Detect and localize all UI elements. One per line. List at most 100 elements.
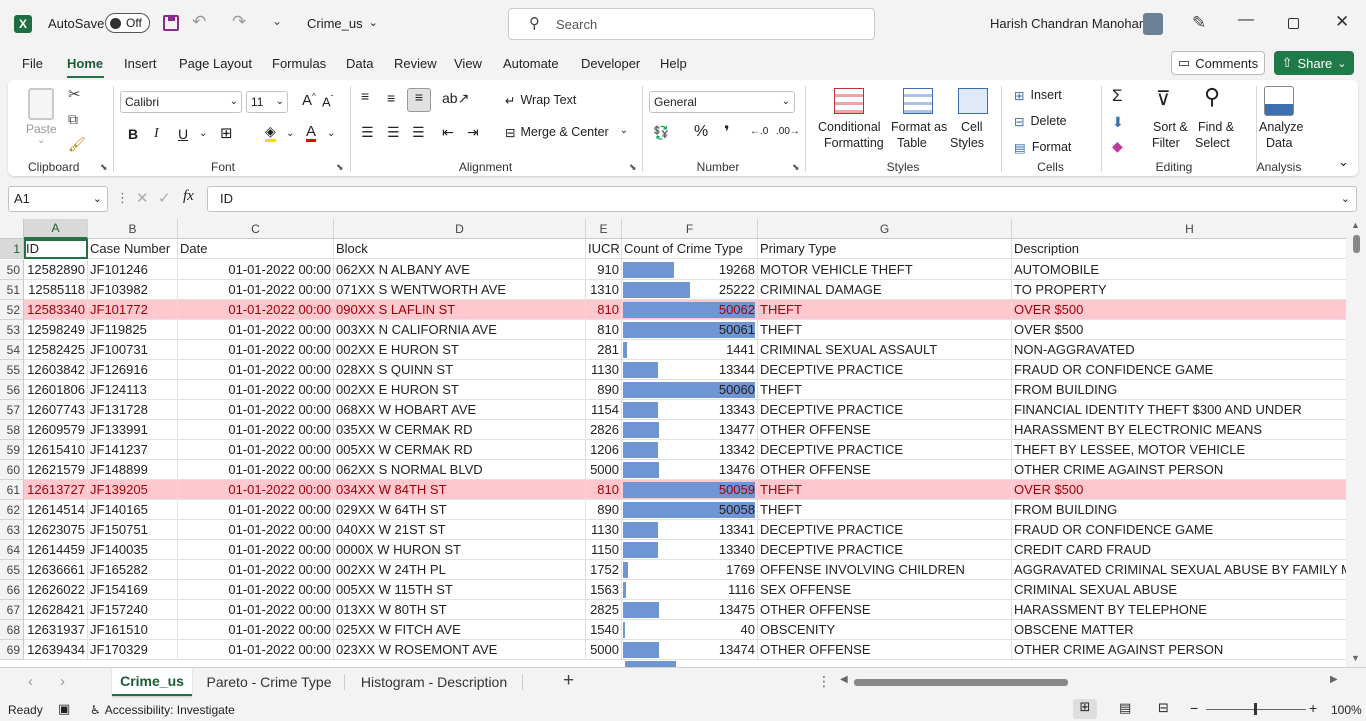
conditional-formatting-icon[interactable]: [834, 88, 864, 114]
table-cell[interactable]: 12585118: [24, 280, 88, 300]
table-cell[interactable]: JF101772: [88, 300, 178, 320]
table-cell[interactable]: 13343: [622, 400, 758, 420]
tab-insert[interactable]: Insert: [124, 56, 157, 71]
formula-input[interactable]: ID ⌄: [207, 186, 1357, 212]
table-cell[interactable]: 810: [586, 300, 622, 320]
tab-home[interactable]: Home: [67, 56, 103, 71]
chevron-down-icon[interactable]: ⌄: [199, 128, 207, 139]
font-size-select[interactable]: 11 ⌄: [246, 91, 288, 113]
table-cell[interactable]: 01-01-2022 00:00: [178, 580, 334, 600]
table-cell[interactable]: 062XX N ALBANY AVE: [334, 260, 586, 280]
table-cell[interactable]: 1130: [586, 360, 622, 380]
table-cell[interactable]: OBSCENITY: [758, 620, 1012, 640]
select-all-corner[interactable]: [0, 219, 24, 239]
table-cell[interactable]: 01-01-2022 00:00: [178, 620, 334, 640]
name-box[interactable]: A1 ⌄: [8, 186, 108, 212]
comma-style-icon[interactable]: ❜: [724, 122, 730, 142]
table-cell[interactable]: JF161510: [88, 620, 178, 640]
comments-button[interactable]: ▭ Comments: [1171, 51, 1265, 75]
table-cell[interactable]: 01-01-2022 00:00: [178, 320, 334, 340]
table-cell[interactable]: FRAUD OR CONFIDENCE GAME: [1012, 520, 1366, 540]
table-cell[interactable]: 12601806: [24, 380, 88, 400]
cut-icon[interactable]: ✂: [68, 85, 81, 103]
table-cell[interactable]: DECEPTIVE PRACTICE: [758, 360, 1012, 380]
table-cell[interactable]: OVER $500: [1012, 320, 1366, 340]
table-cell[interactable]: 023XX W ROSEMONT AVE: [334, 640, 586, 660]
table-cell[interactable]: OFFENSE INVOLVING CHILDREN: [758, 560, 1012, 580]
table-cell[interactable]: THEFT: [758, 300, 1012, 320]
scroll-thumb[interactable]: [1353, 235, 1360, 253]
table-cell[interactable]: DECEPTIVE PRACTICE: [758, 540, 1012, 560]
table-cell[interactable]: 029XX W 64TH ST: [334, 500, 586, 520]
column-header-d[interactable]: D: [334, 219, 586, 239]
table-cell[interactable]: 40: [622, 620, 758, 640]
table-cell[interactable]: JF133991: [88, 420, 178, 440]
conditional-label-1[interactable]: Conditional: [818, 120, 881, 134]
table-cell[interactable]: 1206: [586, 440, 622, 460]
table-cell[interactable]: 1116: [622, 580, 758, 600]
align-bottom-icon[interactable]: ≡: [407, 88, 431, 112]
table-cell[interactable]: JF154169: [88, 580, 178, 600]
table-cell[interactable]: THEFT: [758, 380, 1012, 400]
table-cell[interactable]: JF119825: [88, 320, 178, 340]
search-box[interactable]: ⚲ Search: [508, 8, 875, 40]
table-cell[interactable]: JF140035: [88, 540, 178, 560]
table-cell[interactable]: 01-01-2022 00:00: [178, 480, 334, 500]
row-header[interactable]: 68: [0, 620, 24, 640]
table-cell[interactable]: 1540: [586, 620, 622, 640]
scroll-left-icon[interactable]: ◀: [840, 674, 848, 685]
header-cell[interactable]: IUCR: [586, 239, 622, 259]
tab-formulas[interactable]: Formulas: [272, 56, 326, 71]
table-cell[interactable]: 002XX E HURON ST: [334, 340, 586, 360]
table-cell[interactable]: 12583340: [24, 300, 88, 320]
table-cell[interactable]: JF150751: [88, 520, 178, 540]
decrease-indent-icon[interactable]: ⇤: [442, 124, 454, 141]
table-cell[interactable]: OBSCENE MATTER: [1012, 620, 1366, 640]
row-header[interactable]: 54: [0, 340, 24, 360]
format-cells-button[interactable]: ▤ Format: [1014, 140, 1071, 155]
table-cell[interactable]: 1441: [622, 340, 758, 360]
tab-file[interactable]: File: [22, 56, 43, 71]
scroll-up-icon[interactable]: ▲: [1351, 220, 1360, 230]
table-cell[interactable]: 01-01-2022 00:00: [178, 260, 334, 280]
table-cell[interactable]: 810: [586, 480, 622, 500]
customize-toolbar-icon[interactable]: ⌄: [272, 14, 282, 28]
table-cell[interactable]: FINANCIAL IDENTITY THEFT $300 AND UNDER: [1012, 400, 1366, 420]
table-cell[interactable]: JF139205: [88, 480, 178, 500]
table-cell[interactable]: 13342: [622, 440, 758, 460]
column-header-b[interactable]: B: [88, 219, 178, 239]
insert-cells-button[interactable]: ⊞ Insert: [1014, 88, 1062, 103]
table-cell[interactable]: 12623075: [24, 520, 88, 540]
table-cell[interactable]: 13340: [622, 540, 758, 560]
table-cell[interactable]: 12614514: [24, 500, 88, 520]
row-header[interactable]: 57: [0, 400, 24, 420]
table-cell[interactable]: 01-01-2022 00:00: [178, 460, 334, 480]
next-sheet-icon[interactable]: ›: [60, 673, 65, 690]
table-cell[interactable]: JF100731: [88, 340, 178, 360]
orientation-icon[interactable]: ab↗: [442, 90, 469, 107]
zoom-level[interactable]: 100%: [1331, 703, 1362, 717]
expand-formula-icon[interactable]: ⌄: [1341, 187, 1350, 211]
table-cell[interactable]: 1310: [586, 280, 622, 300]
table-cell[interactable]: DECEPTIVE PRACTICE: [758, 400, 1012, 420]
zoom-slider[interactable]: [1206, 703, 1306, 715]
pen-icon[interactable]: ✎: [1192, 13, 1206, 33]
prev-sheet-icon[interactable]: ‹: [28, 673, 33, 690]
row-header[interactable]: 67: [0, 600, 24, 620]
column-header-e[interactable]: E: [586, 219, 622, 239]
table-cell[interactable]: CRIMINAL DAMAGE: [758, 280, 1012, 300]
decrease-decimal-icon[interactable]: .00→: [776, 126, 800, 137]
table-cell[interactable]: NON-AGGRAVATED: [1012, 340, 1366, 360]
table-cell[interactable]: OTHER OFFENSE: [758, 640, 1012, 660]
cell-styles-icon[interactable]: [958, 88, 988, 114]
table-cell[interactable]: 01-01-2022 00:00: [178, 600, 334, 620]
table-cell[interactable]: 910: [586, 260, 622, 280]
cell-styles-label-2[interactable]: Styles: [950, 136, 984, 150]
table-cell[interactable]: 01-01-2022 00:00: [178, 500, 334, 520]
table-cell[interactable]: 01-01-2022 00:00: [178, 360, 334, 380]
save-icon[interactable]: [163, 15, 179, 31]
find-label-2[interactable]: Select: [1195, 136, 1230, 150]
table-cell[interactable]: OTHER CRIME AGAINST PERSON: [1012, 640, 1366, 660]
table-cell[interactable]: 12628421: [24, 600, 88, 620]
format-as-table-icon[interactable]: [903, 88, 933, 114]
